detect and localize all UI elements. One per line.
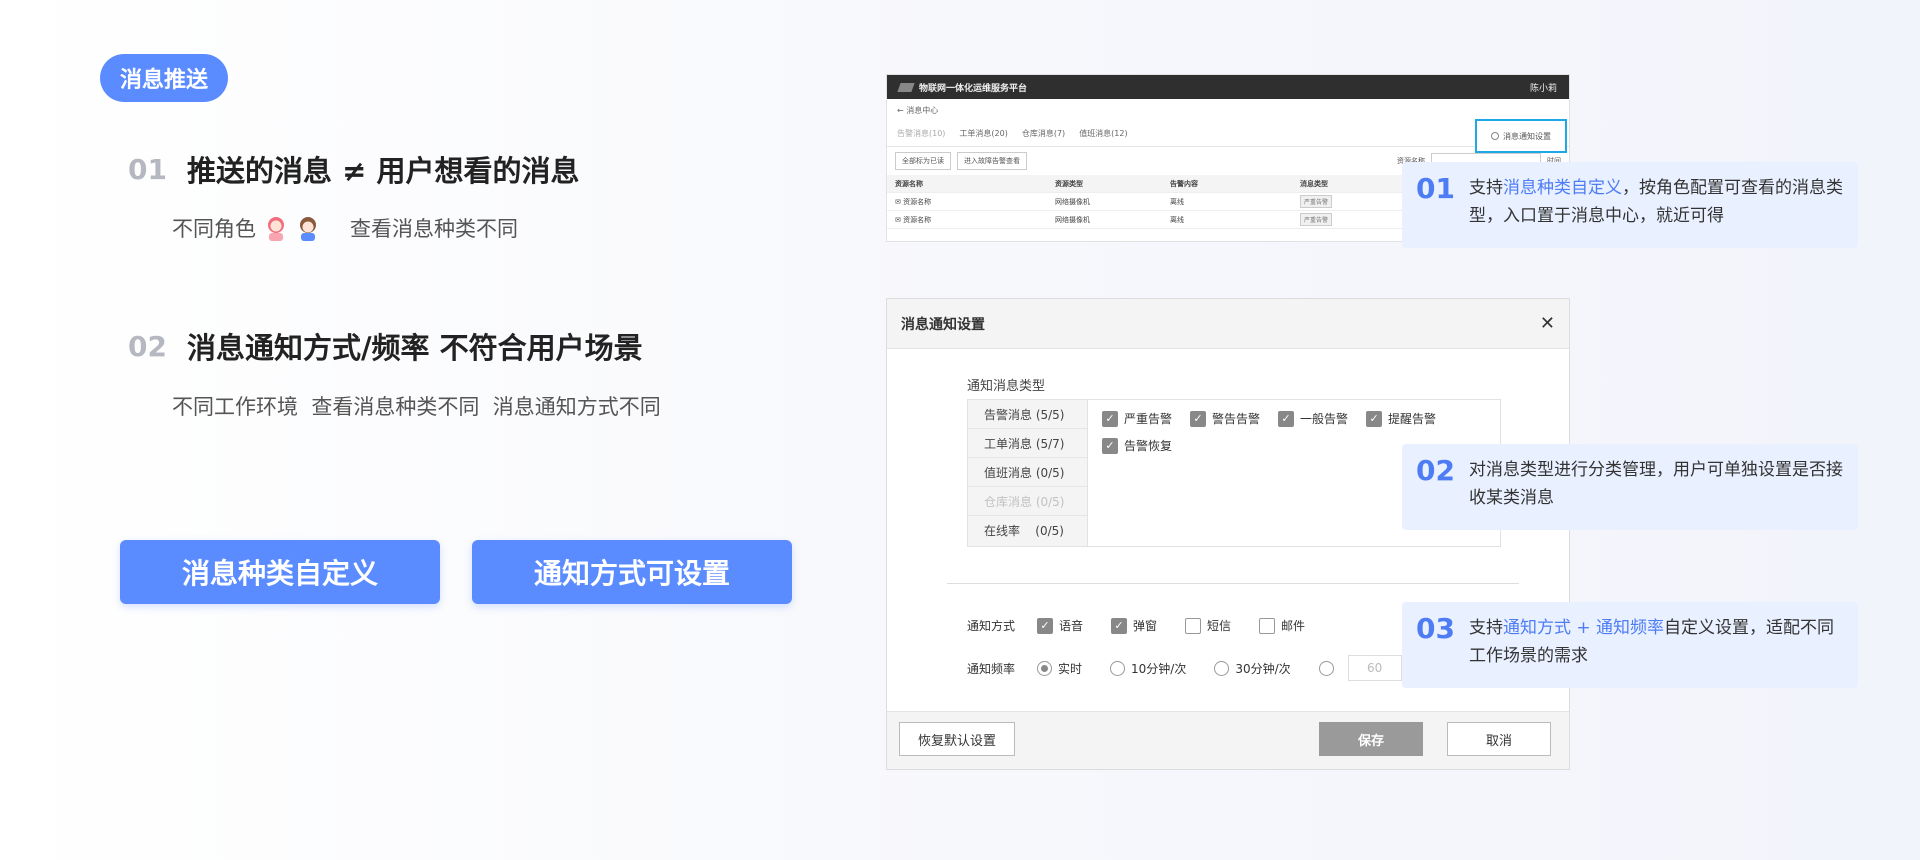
checkbox-checked-icon: ✓ — [1111, 617, 1128, 634]
female-avatar-icon — [268, 217, 284, 241]
checkbox-checked-icon: ✓ — [1102, 410, 1118, 427]
dialog-footer: 恢复默认设置 保存 取消 — [887, 711, 1569, 769]
callout-number: 02 — [1416, 454, 1455, 487]
close-icon[interactable]: ✕ — [1540, 313, 1555, 334]
radio-checked-icon — [1037, 660, 1052, 676]
notify-settings-entry[interactable]: 消息通知设置 — [1475, 119, 1567, 153]
callout-number: 03 — [1416, 612, 1455, 645]
cancel-button[interactable]: 取消 — [1447, 722, 1551, 756]
reset-default-button[interactable]: 恢复默认设置 — [899, 722, 1015, 756]
section-tag: 消息推送 — [100, 54, 228, 102]
section-label: 通知消息类型 — [967, 379, 1046, 394]
freq-realtime[interactable]: 实时 — [1037, 660, 1082, 677]
point-02: 02 消息通知方式/频率 不符合用户场景 — [128, 325, 643, 367]
tab-duty[interactable]: 值班消息(12) — [1079, 128, 1127, 139]
dialog-title: 消息通知设置 — [901, 316, 985, 333]
notify-settings-dialog: 消息通知设置 ✕ 通知消息类型 告警消息 (5/5) 工单消息 (5/7) 值班… — [886, 298, 1570, 770]
logo-icon — [897, 82, 915, 92]
callout-text: 支持消息种类自定义，按角色配置可查看的消息类型，入口置于消息中心，就近可得 — [1468, 178, 1843, 226]
breadcrumb[interactable]: ← 消息中心 — [887, 99, 1569, 121]
check-recovery[interactable]: ✓ 告警恢复 — [1102, 437, 1172, 454]
method-sms[interactable]: 短信 — [1185, 617, 1231, 634]
settings-icon — [1491, 132, 1499, 140]
freq-30min[interactable]: 30分钟/次 — [1214, 660, 1291, 677]
male-avatar-icon — [300, 217, 316, 241]
method-voice[interactable]: ✓ 语音 — [1037, 617, 1083, 634]
callout-text: 对消息类型进行分类管理，用户可单独设置是否接收某类消息 — [1468, 460, 1843, 508]
view-alarm-button[interactable]: 进入故障告警查看 — [957, 152, 1027, 170]
point-01-sub: 不同角色 查看消息种类不同 — [172, 213, 518, 243]
user-menu[interactable]: 陈小莉 — [1530, 81, 1557, 94]
tab-alarm[interactable]: 告警消息(10) — [897, 128, 945, 139]
checkbox-checked-icon: ✓ — [1037, 617, 1053, 634]
platform-logo: 物联网一体化运维服务平台 — [897, 81, 1027, 94]
point-sub-b: 查看消息种类不同 — [350, 217, 518, 241]
point-number: 01 — [128, 152, 167, 186]
custom-message-type-button[interactable]: 消息种类自定义 — [120, 540, 440, 604]
checkbox-checked-icon: ✓ — [1278, 410, 1295, 427]
point-01: 01 推送的消息 ≠ 用户想看的消息 — [128, 148, 579, 190]
message-tabs: 告警消息(10) 工单消息(20) 仓库消息(7) 值班消息(12) 消息通知设… — [887, 119, 1569, 153]
tab-warehouse[interactable]: 仓库消息(7) — [1022, 128, 1065, 139]
point-sub-a: 不同角色 — [172, 217, 256, 241]
notify-frequency-row: 通知频率 实时 10分钟/次 30分钟/次 60 — [967, 655, 1402, 681]
freq-10min[interactable]: 10分钟/次 — [1110, 660, 1186, 677]
notify-method-row: 通知方式 ✓ 语音 ✓ 弹窗 短信 邮件 — [967, 617, 1306, 634]
freq-custom-input[interactable]: 60 — [1347, 655, 1402, 681]
tab-workorder[interactable]: 工单消息(20) — [959, 128, 1007, 139]
save-button[interactable]: 保存 — [1319, 722, 1423, 756]
point-title: 推送的消息 ≠ 用户想看的消息 — [186, 154, 580, 188]
checkbox-checked-icon: ✓ — [1190, 410, 1207, 427]
callout-text: 支持通知方式 + 通知频率自定义设置，适配不同工作场景的需求 — [1468, 618, 1835, 666]
point-title: 消息通知方式/频率 不符合用户场景 — [186, 331, 643, 365]
dialog-header: 消息通知设置 ✕ — [887, 299, 1569, 349]
check-general[interactable]: ✓ 一般告警 — [1278, 410, 1348, 427]
category-list: 告警消息 (5/5) 工单消息 (5/7) 值班消息 (0/5) 仓库消息 (0… — [968, 400, 1088, 546]
callout-number: 01 — [1416, 172, 1455, 205]
platform-header: 物联网一体化运维服务平台 陈小莉 — [887, 75, 1569, 99]
callout-03: 03 支持通知方式 + 通知频率自定义设置，适配不同工作场景的需求 — [1402, 602, 1858, 688]
category-warehouse[interactable]: 仓库消息 (0/5) — [968, 487, 1087, 516]
category-workorder[interactable]: 工单消息 (5/7) — [968, 429, 1087, 458]
callout-02: 02 对消息类型进行分类管理，用户可单独设置是否接收某类消息 — [1402, 444, 1858, 530]
category-duty[interactable]: 值班消息 (0/5) — [968, 458, 1087, 487]
checkbox-icon — [1185, 617, 1202, 634]
mark-read-button[interactable]: 全部标为已读 — [895, 152, 951, 170]
category-online[interactable]: 在线率 (0/5) — [968, 516, 1087, 545]
check-warning[interactable]: ✓ 警告告警 — [1190, 410, 1260, 427]
check-reminder[interactable]: ✓ 提醒告警 — [1366, 410, 1436, 427]
freq-custom-radio[interactable] — [1318, 660, 1334, 676]
checkbox-icon — [1259, 617, 1276, 634]
category-alarm[interactable]: 告警消息 (5/5) — [968, 400, 1087, 429]
method-popup[interactable]: ✓ 弹窗 — [1111, 617, 1157, 634]
point-02-sub: 不同工作环境 查看消息种类不同 消息通知方式不同 — [172, 395, 661, 419]
method-email[interactable]: 邮件 — [1259, 617, 1305, 634]
checkbox-checked-icon: ✓ — [1366, 410, 1383, 427]
point-number: 02 — [128, 329, 167, 363]
check-critical[interactable]: ✓ 严重告警 — [1102, 410, 1172, 427]
divider — [947, 583, 1519, 584]
callout-01: 01 支持消息种类自定义，按角色配置可查看的消息类型，入口置于消息中心，就近可得 — [1402, 162, 1858, 248]
radio-icon — [1110, 660, 1126, 676]
radio-icon — [1214, 660, 1230, 676]
checkbox-checked-icon: ✓ — [1102, 437, 1118, 454]
notify-method-button[interactable]: 通知方式可设置 — [472, 540, 792, 604]
